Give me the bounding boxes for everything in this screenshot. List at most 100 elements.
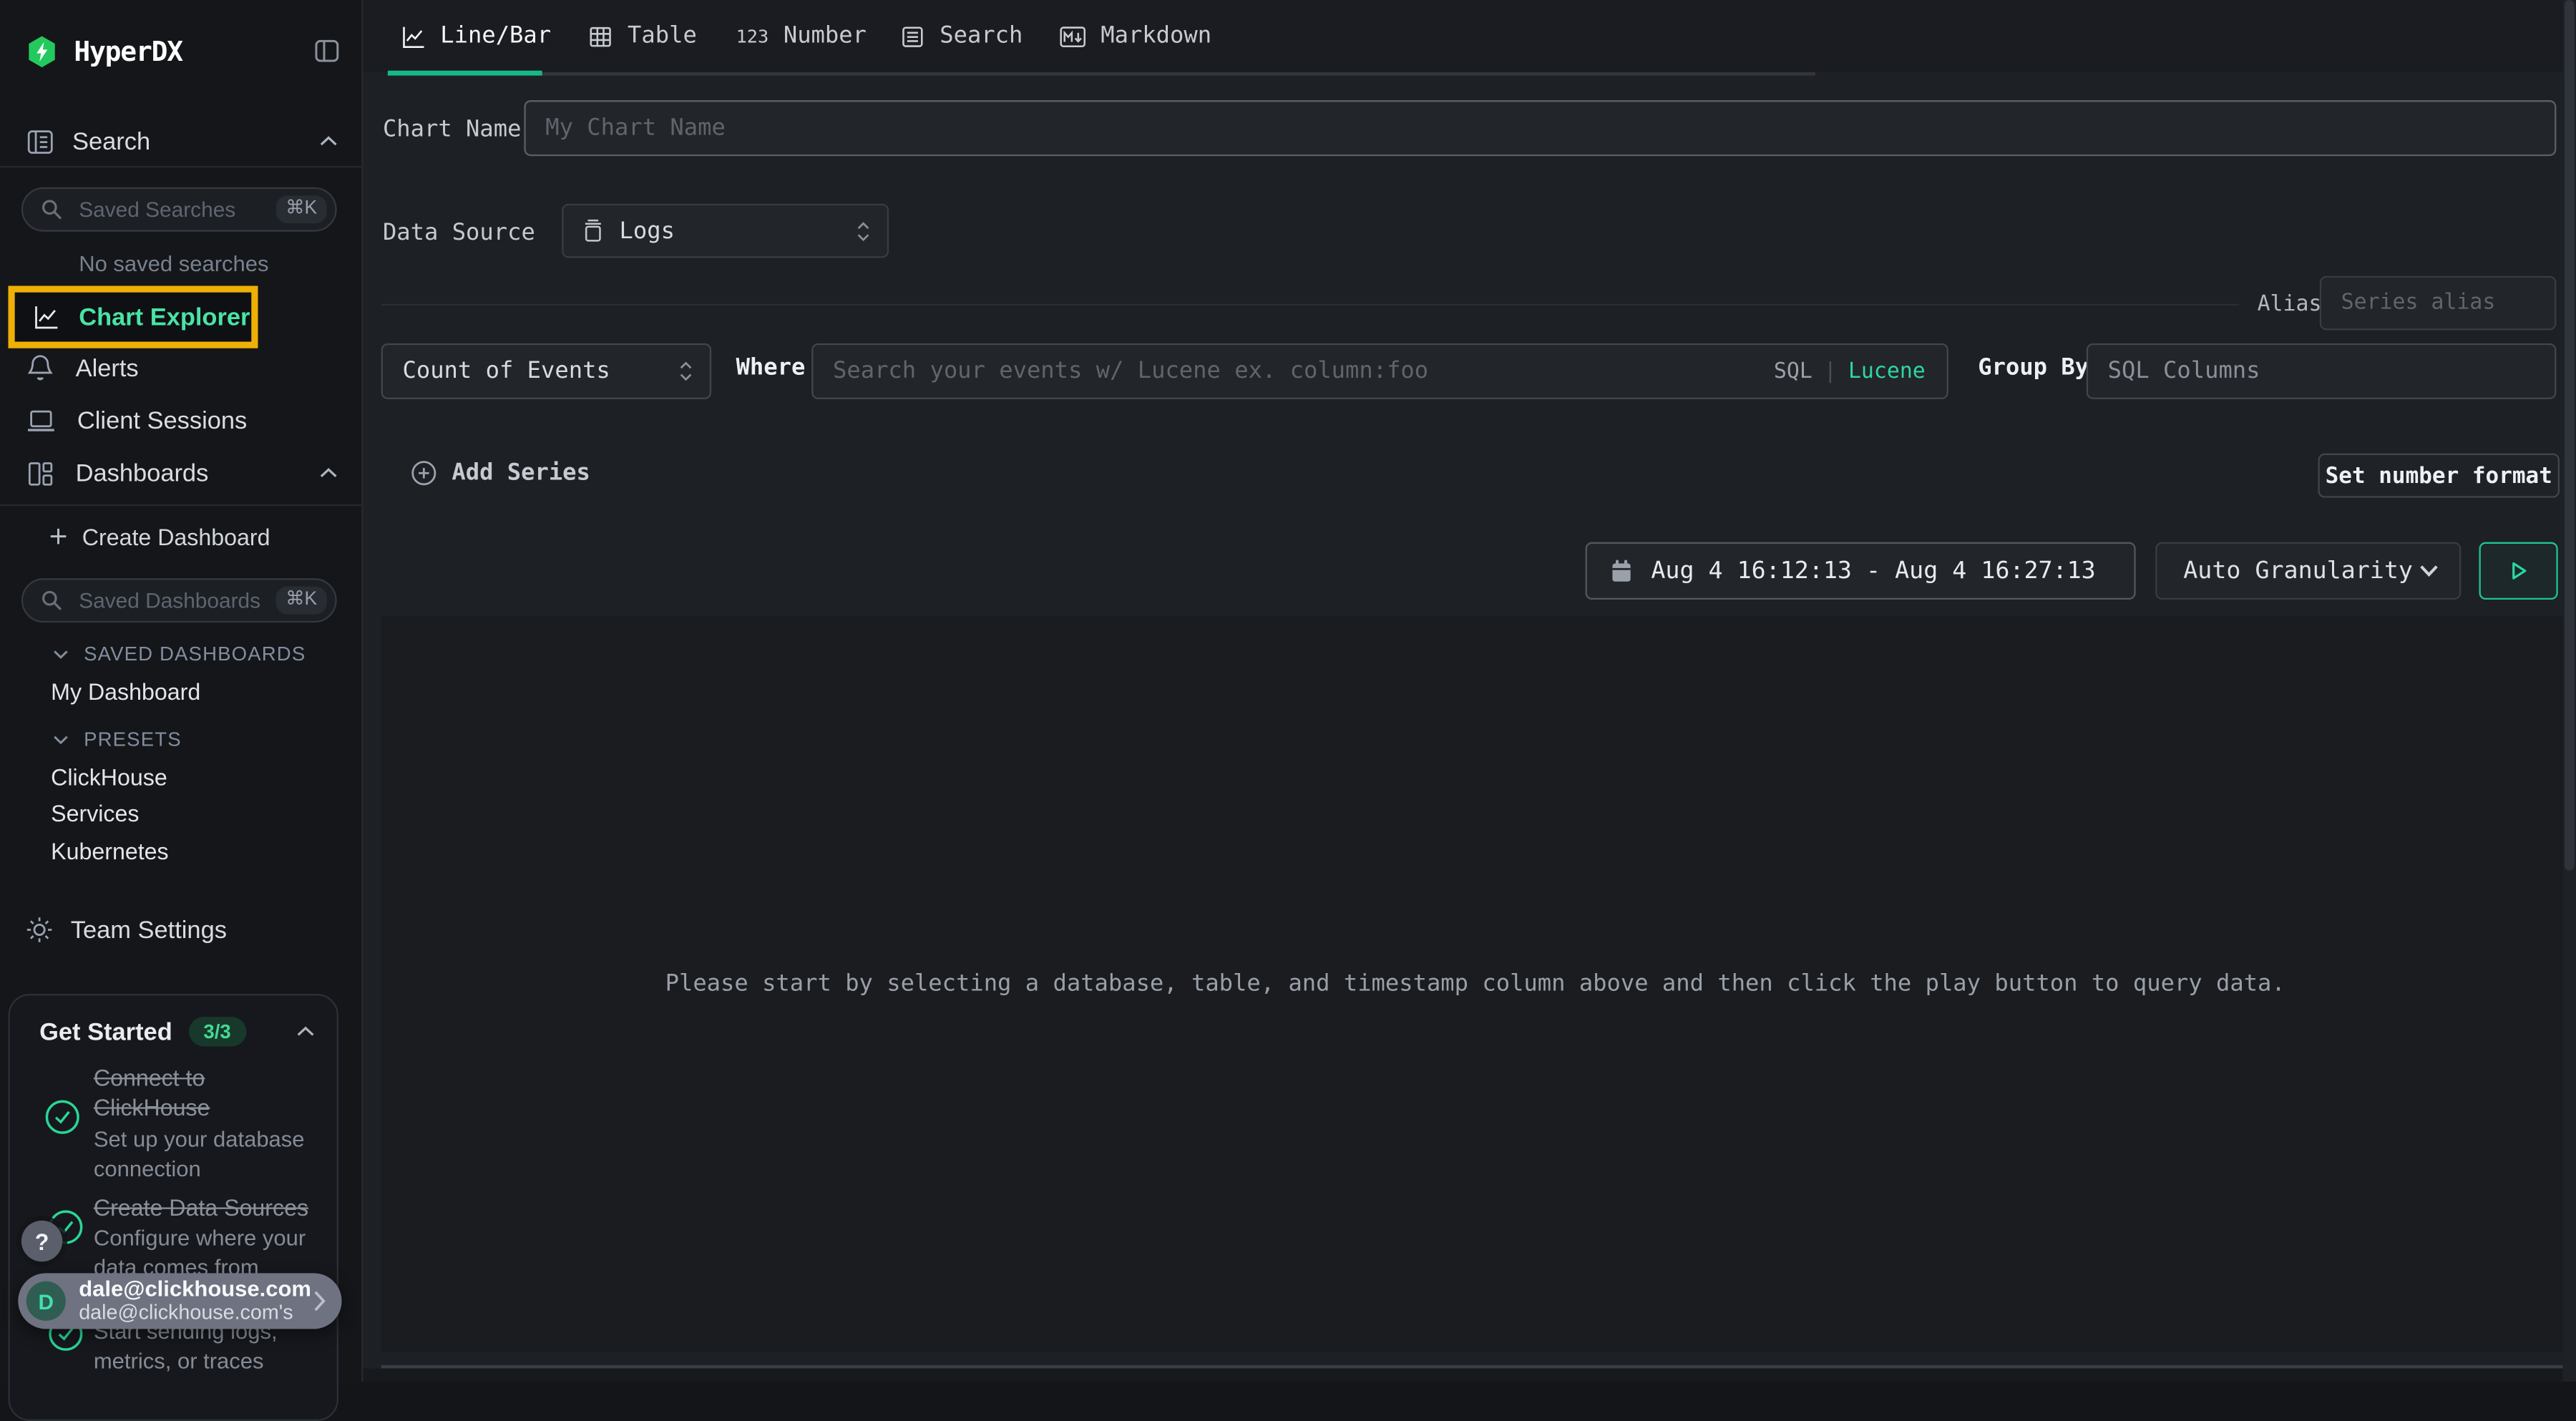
tab-label: Markdown	[1101, 23, 1211, 49]
alias-field	[2320, 276, 2557, 331]
granularity-select[interactable]: Auto Granularity	[2155, 542, 2461, 600]
where-field: SQL | Lucene	[811, 343, 1948, 399]
chart-name-input[interactable]	[526, 115, 2555, 142]
scrollbar-track[interactable]	[2563, 0, 2576, 1382]
tab-markdown[interactable]: Markdown	[1060, 0, 1211, 72]
sidebar-item-kubernetes[interactable]: Kubernetes	[51, 838, 168, 864]
time-range-value: Aug 4 16:12:13 - Aug 4 16:27:13	[1651, 557, 2095, 584]
saved-dashboards-search[interactable]: ⌘K	[21, 578, 337, 622]
chart-name-field	[524, 100, 2556, 156]
line-chart-icon	[33, 304, 59, 331]
chevron-right-icon	[312, 1289, 327, 1312]
play-icon	[2507, 559, 2530, 583]
tab-number[interactable]: 123 Number	[736, 0, 867, 72]
sidebar-item-label: Team Settings	[71, 916, 227, 944]
series-divider	[381, 304, 2240, 306]
user-texts: dale@clickhouse.com dale@clickhouse.com'…	[79, 1278, 311, 1324]
sidebar-item-team-settings[interactable]: Team Settings	[24, 914, 227, 947]
tab-strip-divider	[388, 72, 1815, 76]
where-input[interactable]	[813, 358, 1773, 385]
run-query-button[interactable]	[2479, 542, 2558, 600]
chevron-up-icon[interactable]	[318, 467, 338, 479]
laptop-icon	[26, 407, 56, 434]
tab-search[interactable]: Search	[900, 0, 1023, 72]
help-button[interactable]: ?	[21, 1221, 62, 1261]
get-started-item-title: Connect to ClickHouse	[94, 1065, 323, 1122]
chevron-down-icon	[52, 733, 69, 745]
create-dashboard-label: Create Dashboard	[82, 523, 270, 550]
select-chevrons-icon	[856, 220, 871, 243]
keyboard-shortcut-badge: ⌘K	[275, 195, 327, 223]
section-presets[interactable]: PRESETS	[52, 728, 181, 751]
tab-line-bar[interactable]: Line/Bar	[401, 0, 551, 72]
sidebar-item-label: Chart Explorer	[79, 303, 250, 331]
app-title: HyperDX	[74, 35, 182, 67]
scrollbar-thumb[interactable]	[2565, 0, 2575, 871]
group-by-label: Group By	[1978, 355, 2089, 381]
language-lucene-button[interactable]: Lucene	[1848, 359, 1926, 384]
get-started-header[interactable]: Get Started 3/3	[39, 1017, 316, 1046]
user-email: dale@clickhouse.com	[79, 1278, 311, 1301]
tab-table[interactable]: Table	[588, 0, 697, 72]
sidebar-item-label: Search	[72, 127, 150, 155]
saved-dashboards-input[interactable]	[76, 587, 276, 615]
table-grid-icon	[588, 24, 613, 48]
divider	[0, 504, 361, 506]
sidebar: HyperDX Search	[0, 0, 363, 1382]
chart-panel: Please start by selecting a database, ta…	[381, 616, 2570, 1352]
sidebar-item-label: Client Sessions	[77, 406, 247, 434]
group-by-input[interactable]	[2088, 358, 2555, 385]
get-started-panel: Get Started 3/3 Connect to ClickHouse Se…	[8, 994, 338, 1421]
get-started-title: Get Started	[39, 1017, 172, 1045]
alias-input[interactable]	[2321, 290, 2555, 315]
chevron-up-icon[interactable]	[296, 1025, 316, 1038]
where-label: Where	[736, 355, 806, 381]
chevron-down-icon	[52, 648, 69, 660]
saved-searches-search[interactable]: ⌘K	[21, 187, 337, 232]
sidebar-item-dashboards[interactable]: Dashboards	[26, 446, 338, 499]
sidebar-item-search[interactable]: Search	[26, 124, 338, 157]
add-series-button[interactable]: Add Series	[411, 459, 590, 488]
sidebar-item-clickhouse[interactable]: ClickHouse	[51, 764, 167, 791]
user-menu[interactable]: D dale@clickhouse.com dale@clickhouse.co…	[18, 1273, 341, 1329]
dashboard-layout-icon	[26, 459, 54, 487]
tab-label: Table	[628, 23, 697, 49]
search-icon	[41, 199, 62, 220]
bell-icon	[26, 353, 54, 383]
group-by-field	[2087, 343, 2557, 399]
tab-label: Number	[784, 23, 867, 49]
add-series-label: Add Series	[452, 460, 590, 487]
sidebar-collapse-icon[interactable]	[314, 38, 341, 64]
chevron-up-icon[interactable]	[318, 135, 338, 147]
create-dashboard-button[interactable]: Create Dashboard	[49, 522, 270, 550]
hyperdx-app: HyperDX Search	[0, 0, 2576, 1382]
markdown-icon	[1060, 26, 1086, 47]
progress-badge: 3/3	[189, 1017, 246, 1046]
data-source-select[interactable]: Logs	[562, 204, 889, 258]
aggregation-value: Count of Events	[402, 358, 610, 385]
sidebar-item-client-sessions[interactable]: Client Sessions	[26, 394, 338, 446]
language-sql-button[interactable]: SQL	[1774, 359, 1813, 384]
number-123-icon: 123	[736, 26, 769, 47]
set-number-format-button[interactable]: Set number format	[2318, 454, 2560, 498]
chart-name-label: Chart Name	[383, 117, 522, 143]
language-divider: |	[1824, 359, 1837, 384]
sidebar-item-chart-explorer[interactable]: Chart Explorer	[8, 285, 258, 348]
section-label-text: SAVED DASHBOARDS	[84, 643, 306, 665]
sidebar-item-alerts[interactable]: Alerts	[26, 342, 338, 394]
section-saved-dashboards[interactable]: SAVED DASHBOARDS	[52, 643, 306, 665]
search-panel-icon	[26, 127, 54, 155]
main-content: Line/Bar Table 123 Number S	[361, 0, 2576, 1382]
sidebar-item-label: Dashboards	[76, 459, 209, 487]
no-saved-searches-text: No saved searches	[79, 251, 268, 275]
sidebar-item-services[interactable]: Services	[51, 800, 139, 826]
active-tab-underline	[388, 71, 542, 76]
sidebar-item-my-dashboard[interactable]: My Dashboard	[51, 678, 200, 705]
time-range-picker[interactable]: Aug 4 16:12:13 - Aug 4 16:27:13	[1586, 542, 2136, 600]
saved-searches-input[interactable]	[76, 195, 276, 223]
check-circle-icon	[44, 1099, 81, 1136]
chevron-down-icon	[2419, 563, 2440, 578]
get-started-item-title: Create Data Sources	[94, 1194, 323, 1223]
aggregation-select[interactable]: Count of Events	[381, 343, 711, 399]
divider	[0, 166, 361, 167]
